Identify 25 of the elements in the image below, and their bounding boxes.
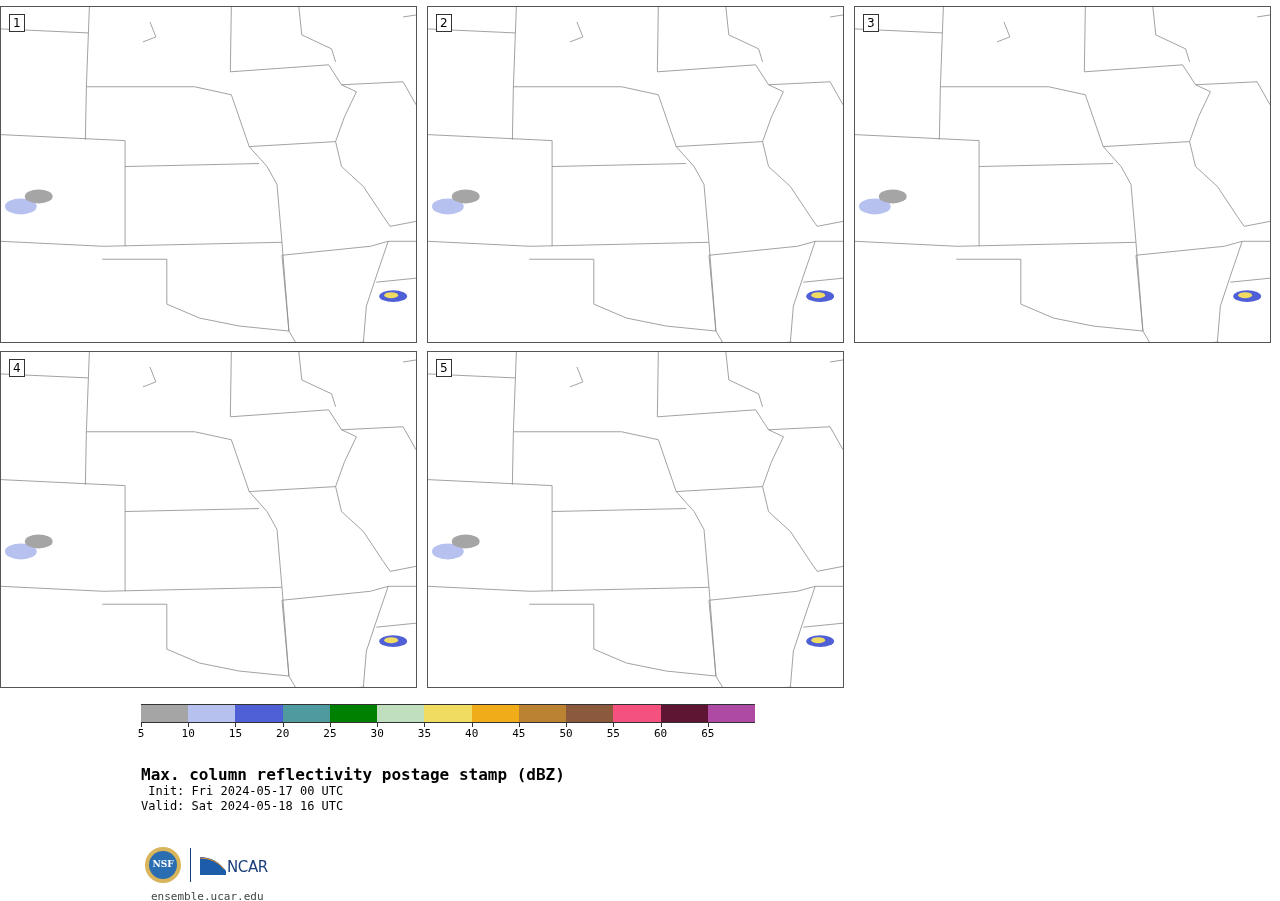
- panel-number: 2: [436, 14, 452, 32]
- colorbar-tick-label: 25: [323, 727, 337, 740]
- panel-number: 4: [9, 359, 25, 377]
- colorbar-tick-label: 40: [465, 727, 479, 740]
- colorbar-tick-label: 55: [606, 727, 620, 740]
- valid-time: Valid: Sat 2024-05-18 16 UTC: [141, 799, 345, 814]
- panel-number: 3: [863, 14, 879, 32]
- colorbar-tick-label: 45: [512, 727, 526, 740]
- colorbar-tick-label: 35: [417, 727, 432, 740]
- ncar-logo-text: NCAR: [227, 860, 268, 875]
- panel-number: 1: [9, 14, 25, 32]
- nsf-logo-text: NSF: [152, 858, 174, 872]
- colorbar-tick-label: 60: [653, 727, 668, 740]
- ncar-logo-icon: [200, 855, 226, 875]
- init-time: Init: Fri 2024-05-17 00 UTC: [147, 784, 345, 799]
- colorbar-tick-label: 65: [701, 727, 715, 740]
- colorbar-tick-label: 20: [276, 727, 290, 740]
- colorbar-tick-label: 10: [181, 727, 195, 740]
- colorbar-tick-label: 15: [228, 727, 243, 740]
- panel-number: 5: [436, 359, 452, 377]
- colorbar-tick-label: 5: [137, 727, 145, 740]
- colorbar-tick-label: 50: [559, 727, 573, 740]
- colorbar-tick-label: 30: [370, 727, 384, 740]
- chart-title: Max. column reflectivity postage stamp (dBZ): [141, 766, 566, 784]
- website-url: ensemble.ucar.edu: [151, 889, 265, 901]
